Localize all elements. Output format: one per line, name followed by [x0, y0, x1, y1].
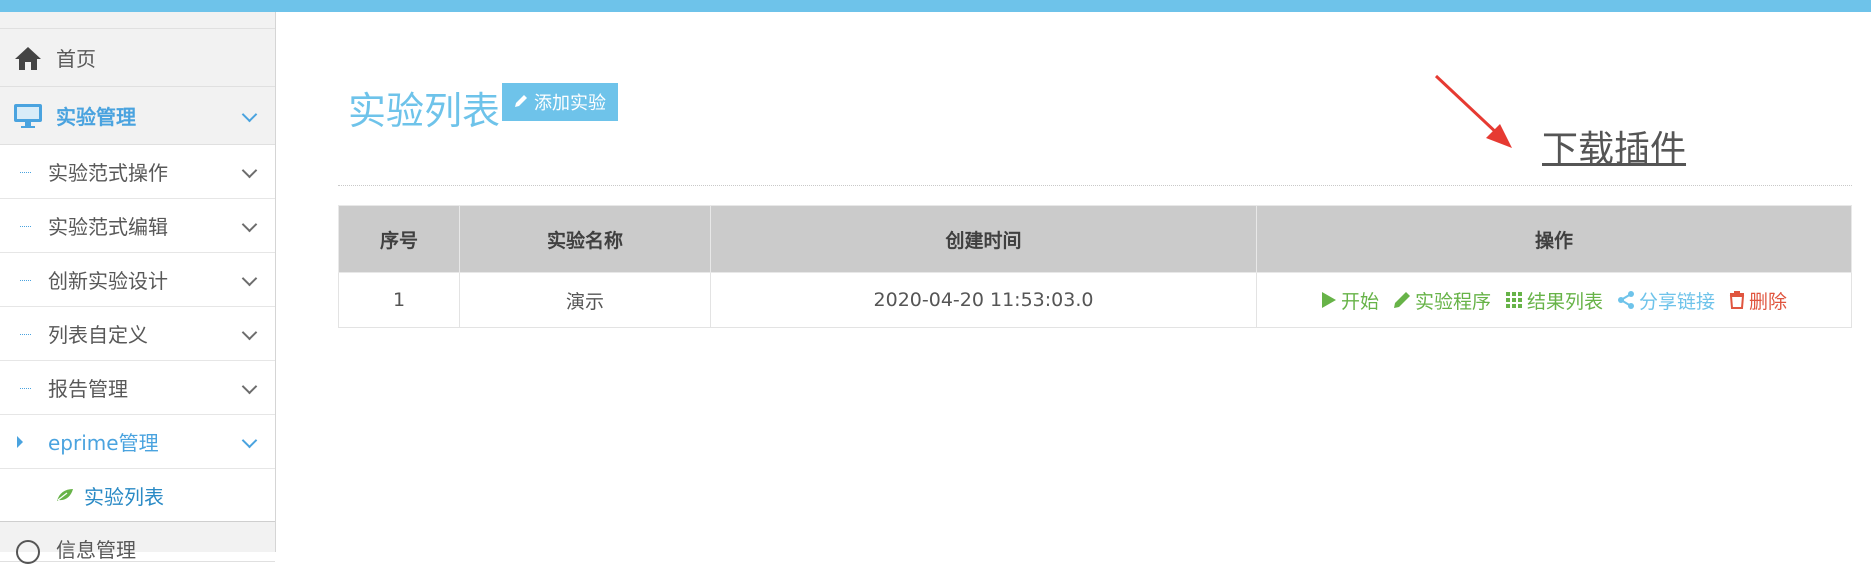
subsubitem-label: 实验列表 — [84, 481, 164, 510]
subitem-label: 创新实验设计 — [48, 265, 168, 294]
subitem-label: 实验范式编辑 — [48, 211, 168, 240]
grid-icon — [1505, 291, 1523, 309]
chevron-down-icon — [242, 378, 258, 394]
sidebar-subitem-eprime-management[interactable]: eprime管理 — [0, 415, 275, 469]
share-label: 分享链接 — [1639, 287, 1715, 314]
sidebar-item-home[interactable]: 首页 — [0, 29, 275, 87]
delete-label: 删除 — [1749, 287, 1787, 314]
trash-icon — [1729, 291, 1745, 309]
table-row: 1 演示 2020-04-20 11:53:03.0 开始 实验程序 — [339, 273, 1852, 328]
cell-index: 1 — [339, 273, 460, 328]
experiment-submenu: 实验范式操作 实验范式编辑 创新实验设计 列表自定义 报告管理 eprime管理 — [0, 145, 275, 522]
results-label: 结果列表 — [1527, 287, 1603, 314]
pencil-icon — [1393, 291, 1411, 309]
annotation-arrow-icon — [1434, 74, 1514, 154]
leaf-icon — [56, 488, 74, 502]
divider — [338, 185, 1852, 186]
chevron-down-icon — [242, 106, 258, 122]
sidebar-top-strip — [0, 12, 275, 29]
table-header-row: 序号 实验名称 创建时间 操作 — [339, 206, 1852, 273]
pencil-icon — [514, 92, 528, 113]
sidebar-subitem-report-management[interactable]: 报告管理 — [0, 361, 275, 415]
download-plugin-link[interactable]: 下载插件 — [1542, 120, 1686, 172]
sidebar-item-info-management[interactable]: 信息管理 — [0, 522, 275, 562]
col-header-name: 实验名称 — [460, 206, 711, 273]
cell-name: 演示 — [460, 273, 711, 328]
start-action[interactable]: 开始 — [1321, 287, 1379, 314]
subitem-label: 列表自定义 — [48, 319, 148, 348]
delete-action[interactable]: 删除 — [1729, 287, 1787, 314]
start-label: 开始 — [1341, 287, 1379, 314]
sidebar-item-label: 信息管理 — [56, 534, 136, 563]
main-content: 实验列表 添加实验 下载插件 序号 实验名称 创建时间 操作 1 演示 2020… — [276, 12, 1871, 552]
subitem-label: 实验范式操作 — [48, 157, 168, 186]
info-circle-icon — [12, 536, 44, 568]
col-header-actions: 操作 — [1257, 206, 1852, 273]
chevron-down-icon — [242, 162, 258, 178]
col-header-index: 序号 — [339, 206, 460, 273]
col-header-created: 创建时间 — [711, 206, 1257, 273]
program-action[interactable]: 实验程序 — [1393, 287, 1491, 314]
sidebar-subitem-list-custom[interactable]: 列表自定义 — [0, 307, 275, 361]
share-action[interactable]: 分享链接 — [1617, 287, 1715, 314]
top-bar — [0, 0, 1871, 12]
chevron-down-icon — [242, 432, 258, 448]
chevron-down-icon — [242, 216, 258, 232]
sidebar-subitem-paradigm-operation[interactable]: 实验范式操作 — [0, 145, 275, 199]
share-icon — [1617, 291, 1635, 309]
monitor-icon — [12, 100, 44, 132]
chevron-down-icon — [242, 270, 258, 286]
sidebar-item-label: 首页 — [56, 43, 96, 72]
chevron-down-icon — [242, 324, 258, 340]
add-button-label: 添加实验 — [534, 89, 606, 115]
sidebar-subitem-paradigm-edit[interactable]: 实验范式编辑 — [0, 199, 275, 253]
cell-actions: 开始 实验程序 结果列表 — [1257, 273, 1852, 328]
sidebar-subsubitem-experiment-list[interactable]: 实验列表 — [0, 469, 275, 522]
experiment-table: 序号 实验名称 创建时间 操作 1 演示 2020-04-20 11:53:03… — [338, 205, 1852, 328]
subitem-label: 报告管理 — [48, 373, 128, 402]
sidebar-item-label: 实验管理 — [56, 101, 136, 130]
caret-right-icon — [17, 436, 23, 448]
page-title: 实验列表 — [348, 80, 500, 135]
sidebar-item-experiment-management[interactable]: 实验管理 — [0, 87, 275, 145]
play-icon — [1321, 291, 1337, 309]
sidebar: 首页 实验管理 实验范式操作 实验范式编辑 创新实验设计 列表自定义 报告管理 — [0, 12, 276, 552]
program-label: 实验程序 — [1415, 287, 1491, 314]
results-action[interactable]: 结果列表 — [1505, 287, 1603, 314]
subitem-label: eprime管理 — [48, 427, 159, 456]
add-experiment-button[interactable]: 添加实验 — [502, 83, 618, 121]
home-icon — [12, 42, 44, 74]
sidebar-subitem-innovative-design[interactable]: 创新实验设计 — [0, 253, 275, 307]
cell-created: 2020-04-20 11:53:03.0 — [711, 273, 1257, 328]
